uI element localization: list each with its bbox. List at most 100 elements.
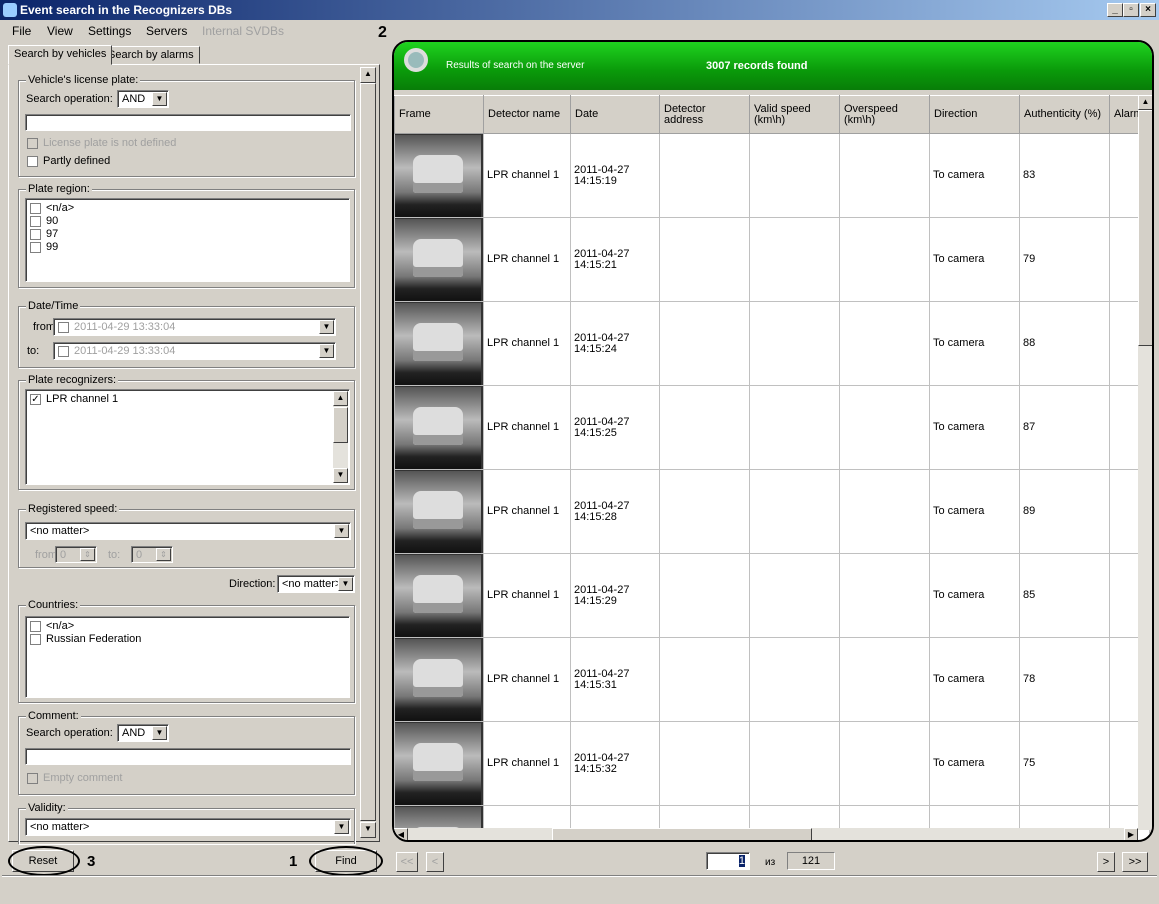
checkbox-icon xyxy=(27,772,38,784)
list-item[interactable]: <n/a> xyxy=(30,202,345,215)
results-vscrollbar[interactable]: ▲ xyxy=(1138,95,1152,830)
cell-detector: LPR channel 1 xyxy=(483,133,571,218)
countries-list[interactable]: <n/a> Russian Federation xyxy=(25,616,350,698)
license-plate-input[interactable] xyxy=(25,114,351,131)
table-row[interactable]: LPR channel 1 2011-04-27 14:15:19 To camer… xyxy=(394,133,1150,218)
column-header[interactable]: Valid speed (km\h) xyxy=(749,95,840,134)
last-page-button[interactable]: >> xyxy=(1122,852,1148,872)
cell-date: 2011-04-27 14:15:19 xyxy=(570,133,660,218)
table-row[interactable]: LPR channel 1 2011-04-27 14:15:25 To camer… xyxy=(394,385,1150,470)
menu-settings[interactable]: Settings xyxy=(88,24,131,38)
direction-select[interactable]: <no matter> ▼ xyxy=(277,575,355,593)
filters-scrollbar[interactable]: ▲ ▼ xyxy=(360,67,376,838)
group-countries: Countries: <n/a> Russian Federation xyxy=(18,599,355,703)
scroll-right-icon[interactable]: ▶ xyxy=(1124,828,1138,840)
scroll-thumb[interactable] xyxy=(333,407,348,443)
tab-search-by-vehicles[interactable]: Search by vehicles xyxy=(8,45,113,65)
scroll-up-icon[interactable]: ▲ xyxy=(333,391,348,406)
chevron-down-icon: ▼ xyxy=(338,577,353,591)
vehicle-frame-image[interactable] xyxy=(395,554,481,637)
minimize-button[interactable]: _ xyxy=(1107,3,1123,17)
menu-internal-svdbs[interactable]: Internal SVDBs xyxy=(202,24,284,38)
speed-to-spinner[interactable]: 0 ⇕ xyxy=(131,546,173,563)
cell-detector: LPR channel 1 xyxy=(483,385,571,470)
page-input[interactable]: 1 xyxy=(706,852,750,870)
comment-operation-select[interactable]: AND ▼ xyxy=(117,724,169,742)
table-row[interactable]: LPR channel 1 2011-04-27 14:15:31 To camer… xyxy=(394,637,1150,722)
scroll-thumb[interactable] xyxy=(360,83,376,821)
scroll-up-icon[interactable]: ▲ xyxy=(360,67,376,83)
plate-region-list[interactable]: <n/a> 90 97 99 xyxy=(25,198,350,282)
list-item[interactable]: <n/a> xyxy=(30,620,345,633)
results-header: Results of search on the server 3007 rec… xyxy=(394,42,1152,90)
checkbox-icon[interactable] xyxy=(58,321,69,333)
date-to-picker[interactable]: 2011-04-29 13:33:04 ▼ xyxy=(53,342,336,360)
window-title: Event search in the Recognizers DBs xyxy=(20,3,233,17)
checkbox-icon[interactable] xyxy=(58,345,69,357)
car-image xyxy=(413,238,463,277)
menu-file[interactable]: File xyxy=(12,24,31,38)
scroll-thumb[interactable] xyxy=(552,828,812,840)
frame-thumbnail xyxy=(394,301,484,386)
column-header[interactable]: Frame xyxy=(394,95,484,134)
cell-empty xyxy=(659,385,750,470)
vehicle-frame-image[interactable] xyxy=(395,218,481,301)
group-label: Vehicle's license plate: xyxy=(26,74,141,86)
license-not-defined-checkbox[interactable]: License plate is not defined xyxy=(27,137,176,149)
empty-comment-checkbox[interactable]: Empty comment xyxy=(27,772,122,784)
cell-direction: To camera xyxy=(929,637,1020,722)
first-page-button[interactable]: << xyxy=(396,852,418,872)
scroll-down-icon[interactable]: ▼ xyxy=(360,822,376,838)
next-page-button[interactable]: > xyxy=(1097,852,1115,872)
list-item[interactable]: Russian Federation xyxy=(30,633,345,646)
list-item[interactable]: 90 xyxy=(30,215,345,228)
column-header[interactable]: Detector name xyxy=(483,95,571,134)
validity-select[interactable]: <no matter> ▼ xyxy=(25,818,351,836)
vehicle-frame-image[interactable] xyxy=(395,722,481,805)
speed-select[interactable]: <no matter> ▼ xyxy=(25,522,351,540)
table-row[interactable]: LPR channel 1 2011-04-27 14:15:32 To camer… xyxy=(394,721,1150,806)
table-row[interactable]: LPR channel 1 2011-04-27 14:15:21 To camer… xyxy=(394,217,1150,302)
car-image xyxy=(413,658,463,697)
vehicle-frame-image[interactable] xyxy=(395,134,481,217)
recognizers-list[interactable]: ✓ LPR channel 1 ▲ ▼ xyxy=(25,389,350,485)
maximize-button[interactable]: ▫ xyxy=(1123,3,1139,17)
vehicle-frame-image[interactable] xyxy=(395,386,481,469)
menu-servers[interactable]: Servers xyxy=(146,24,187,38)
table-row[interactable]: LPR channel 1 2011-04-27 14:15:29 To camer… xyxy=(394,553,1150,638)
list-scrollbar[interactable]: ▲ ▼ xyxy=(333,391,348,483)
table-row[interactable]: LPR channel 1 2011-04-27 14:15:28 To camer… xyxy=(394,469,1150,554)
scroll-up-icon[interactable]: ▲ xyxy=(1138,95,1152,110)
partly-defined-checkbox[interactable]: Partly defined xyxy=(27,155,110,167)
cell-direction: To camera xyxy=(929,301,1020,386)
column-header[interactable]: Authenticity (%) xyxy=(1019,95,1110,134)
cell-empty xyxy=(839,133,930,218)
cell-empty xyxy=(749,553,840,638)
car-image xyxy=(413,406,463,445)
scroll-left-icon[interactable]: ◀ xyxy=(394,828,408,840)
results-hscrollbar[interactable]: ◀ ▶ xyxy=(394,828,1138,840)
close-button[interactable]: × xyxy=(1140,3,1156,17)
menu-view[interactable]: View xyxy=(47,24,73,38)
date-from-picker[interactable]: 2011-04-29 13:33:04 ▼ xyxy=(53,318,336,336)
comment-input[interactable] xyxy=(25,748,351,765)
scroll-thumb[interactable] xyxy=(1138,110,1152,346)
list-item[interactable]: ✓ LPR channel 1 xyxy=(30,393,345,406)
speed-from-spinner[interactable]: 0 ⇕ xyxy=(55,546,97,563)
tab-search-by-alarms[interactable]: Search by alarms xyxy=(102,46,200,64)
column-header[interactable]: Detector address xyxy=(659,95,750,134)
prev-page-button[interactable]: < xyxy=(426,852,444,872)
vehicle-frame-image[interactable] xyxy=(395,302,481,385)
vehicle-frame-image[interactable] xyxy=(395,638,481,721)
cell-empty xyxy=(839,301,930,386)
frame-thumbnail xyxy=(394,133,484,218)
vehicle-frame-image[interactable] xyxy=(395,470,481,553)
column-header[interactable]: Direction xyxy=(929,95,1020,134)
table-row[interactable]: LPR channel 1 2011-04-27 14:15:24 To camer… xyxy=(394,301,1150,386)
scroll-down-icon[interactable]: ▼ xyxy=(333,468,348,483)
list-item[interactable]: 99 xyxy=(30,241,345,254)
column-header[interactable]: Overspeed (km\h) xyxy=(839,95,930,134)
column-header[interactable]: Date xyxy=(570,95,660,134)
search-operation-select[interactable]: AND ▼ xyxy=(117,90,169,108)
list-item[interactable]: 97 xyxy=(30,228,345,241)
